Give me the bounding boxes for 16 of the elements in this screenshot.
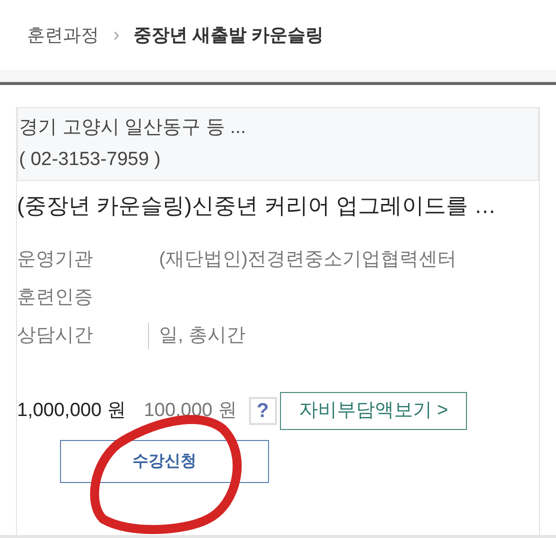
course-title[interactable]: (중장년 카운슬링)신중년 커리어 업그레이드를 … <box>17 189 539 222</box>
address-text: 경기 고양시 일산동구 등 ... <box>19 116 247 140</box>
self-pay-button[interactable]: 자비부담액보기 > <box>280 392 468 430</box>
field-label: 훈련인증 <box>17 286 94 310</box>
chevron-icon: › <box>113 20 120 50</box>
help-button[interactable]: ? <box>248 397 277 425</box>
self-pay-price: 100,000 원 <box>144 398 237 423</box>
apply-button[interactable]: 수강신청 <box>60 440 269 483</box>
price-text: 1,000,000 원 <box>17 398 126 423</box>
field-label: 상담시간 <box>17 324 94 348</box>
breadcrumb-link[interactable]: 훈련과정 <box>27 22 99 48</box>
field-value: 일, 총시간 <box>159 324 246 348</box>
field-label: 운영기관 <box>17 248 94 272</box>
phone-number: ( 02-3153-7959 ) <box>19 148 162 172</box>
page-title: 중장년 새출발 카운슬링 <box>134 24 324 46</box>
field-value: (재단법인)전경련중소기업협력센터 <box>159 248 457 272</box>
